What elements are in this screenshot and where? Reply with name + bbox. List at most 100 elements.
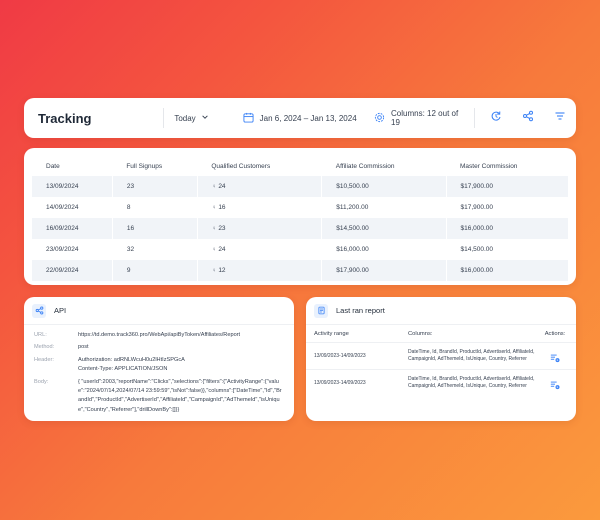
api-method-label: Method:	[34, 344, 55, 351]
api-header-label: Header:	[34, 356, 54, 363]
filter-icon	[554, 109, 566, 127]
rerun-report-button[interactable]	[542, 376, 568, 391]
cell-qualified-value: 16	[218, 204, 226, 211]
api-card: API URL: https://td.demo.track360.pro/We…	[24, 297, 294, 421]
rerun-list-icon	[550, 354, 560, 363]
table-row[interactable]: 13/09/2024 23 ♀ 24 $10,500.00 $17,900.00	[32, 176, 568, 197]
filter-button[interactable]	[544, 109, 576, 127]
api-method-value: post	[78, 344, 89, 351]
lightbulb-icon: ♀	[211, 226, 217, 232]
share-icon	[522, 109, 534, 127]
api-url-label: URL:	[34, 332, 47, 338]
columns-selector[interactable]: Columns: 12 out of 19	[358, 109, 466, 127]
date-range-text: Jan 6, 2024 – Jan 13, 2024	[259, 113, 357, 123]
columns-text: Columns: 12 out of 19	[391, 109, 459, 127]
api-details: URL: https://td.demo.track360.pro/WebApi…	[24, 325, 294, 421]
cell-full-signups: 16	[112, 218, 198, 239]
column-header-columns: Columns:	[408, 330, 433, 337]
column-header-affiliate-commission[interactable]: Affiliate Commission	[322, 156, 446, 176]
column-header-full-signups[interactable]: Full Signups	[112, 156, 197, 176]
date-range-picker[interactable]: Jan 6, 2024 – Jan 13, 2024	[231, 112, 358, 125]
cell-qualified-value: 24	[218, 183, 226, 190]
column-header-master-commission[interactable]: Master Commission	[446, 156, 568, 176]
api-url-value[interactable]: https://td.demo.track360.pro/WebApi/apiB…	[78, 331, 284, 340]
share-icon	[32, 303, 46, 318]
api-card-title: API	[54, 306, 67, 315]
today-label: Today	[174, 113, 196, 123]
cell-date: 22/09/2024	[32, 260, 113, 281]
lightbulb-icon: ♀	[211, 205, 217, 211]
table-row[interactable]: 23/09/2024 32 ♀ 24 $16,000.00 $14,500.00	[32, 239, 568, 260]
report-columns: DateTime, Id, BrandId, ProductId, Advert…	[408, 349, 535, 362]
api-header-row: Header: Authorization: adRNLWcuH0u2lHtIz…	[34, 356, 284, 375]
cell-full-signups: 32	[112, 239, 198, 260]
column-header-date[interactable]: Date	[32, 156, 112, 176]
cell-full-signups: 23	[112, 176, 198, 197]
report-activity-range: 13/09/2023-14/09/2023	[314, 380, 366, 386]
page-title: Tracking	[38, 110, 92, 126]
report-activity-range: 13/09/2023-14/09/2023	[314, 353, 366, 359]
divider	[473, 108, 475, 128]
settings-icon	[374, 112, 385, 125]
api-body-row: Body: { "userId":2003,"reportName":"Clic…	[34, 378, 284, 416]
api-url-row: URL: https://td.demo.track360.pro/WebApi…	[34, 331, 284, 340]
table-row[interactable]: 22/09/2024 9 ♀ 12 $17,900.00 $16,000.00	[32, 260, 568, 281]
api-header-content-type: Content-Type: APPLICATION/JSON	[78, 366, 168, 373]
last-ran-report-card: Last ran report Activity range Columns: …	[306, 297, 576, 421]
column-header-actions: Actions:	[544, 330, 566, 337]
last-ran-header: Last ran report	[306, 297, 576, 325]
tracking-table-card: Date Full Signups Qualified Customers Af…	[24, 148, 576, 285]
cell-qualified-value: 24	[218, 246, 226, 253]
cell-qualified-customers: ♀ 16	[197, 197, 323, 218]
table-row[interactable]: 16/09/2024 16 ♀ 23 $14,500.00 $16,000.00	[32, 218, 568, 239]
api-header-values: Authorization: adRNLWcuH0u2lHtIzSPGcA Co…	[78, 356, 284, 375]
today-dropdown[interactable]: Today	[164, 113, 230, 123]
refresh-cycle-icon	[490, 109, 502, 127]
cell-master-commission: $17,900.00	[446, 197, 568, 218]
cell-full-signups: 9	[112, 260, 198, 281]
cell-affiliate-commission: $16,000.00	[321, 239, 447, 260]
share-button[interactable]	[512, 109, 544, 127]
list-item: 13/09/2023-14/09/2023 DateTime, Id, Bran…	[306, 343, 576, 370]
lightbulb-icon: ♀	[211, 268, 217, 274]
table-row[interactable]: 14/09/2024 8 ♀ 16 $11,200.00 $17,900.00	[32, 197, 568, 218]
last-ran-title: Last ran report	[336, 306, 385, 315]
api-method-row: Method: post	[34, 343, 284, 352]
cell-master-commission: $14,500.00	[446, 239, 568, 260]
column-header-activity-range: Activity range	[314, 330, 349, 337]
cell-date: 16/09/2024	[32, 218, 113, 239]
rerun-list-icon	[550, 381, 560, 390]
cell-date: 23/09/2024	[32, 239, 113, 260]
rerun-report-button[interactable]	[542, 349, 568, 363]
tracking-table: Date Full Signups Qualified Customers Af…	[32, 156, 568, 281]
refresh-cycle-button[interactable]	[481, 109, 513, 127]
api-header-authorization: Authorization: adRNLWcuH0u2lHtIzSPGcA	[78, 356, 185, 363]
cell-date: 13/09/2024	[32, 176, 113, 197]
cell-master-commission: $16,000.00	[446, 218, 568, 239]
cell-master-commission: $17,900.00	[446, 176, 568, 197]
cell-affiliate-commission: $11,200.00	[321, 197, 447, 218]
lightbulb-icon: ♀	[211, 247, 217, 253]
tracking-toolbar: Tracking Today Jan 6, 2024 – Jan 13, 202…	[24, 98, 576, 138]
cell-qualified-value: 23	[218, 225, 226, 232]
lightbulb-icon: ♀	[211, 184, 217, 190]
calendar-icon	[243, 112, 254, 125]
cell-date: 14/09/2024	[32, 197, 113, 218]
api-body-value: { "userId":2003,"reportName":"Clicks","s…	[78, 378, 282, 413]
api-body-label: Body:	[34, 378, 49, 385]
cell-qualified-customers: ♀ 24	[197, 176, 323, 197]
report-icon	[314, 303, 328, 318]
cell-qualified-customers: ♀ 24	[197, 239, 323, 260]
cell-affiliate-commission: $10,500.00	[321, 176, 447, 197]
cell-affiliate-commission: $17,900.00	[321, 260, 447, 281]
cell-full-signups: 8	[112, 197, 198, 218]
cell-master-commission: $16,000.00	[446, 260, 568, 281]
chevron-down-icon	[201, 113, 209, 123]
last-ran-column-headers: Activity range Columns: Actions:	[306, 325, 576, 343]
column-header-qualified-customers[interactable]: Qualified Customers	[197, 156, 321, 176]
list-item: 13/09/2023-14/09/2023 DateTime, Id, Bran…	[306, 370, 576, 397]
cell-qualified-customers: ♀ 12	[197, 260, 323, 281]
table-header-row: Date Full Signups Qualified Customers Af…	[32, 156, 568, 176]
report-columns: DateTime, Id, BrandId, ProductId, Advert…	[408, 376, 535, 389]
api-card-header: API	[24, 297, 294, 325]
